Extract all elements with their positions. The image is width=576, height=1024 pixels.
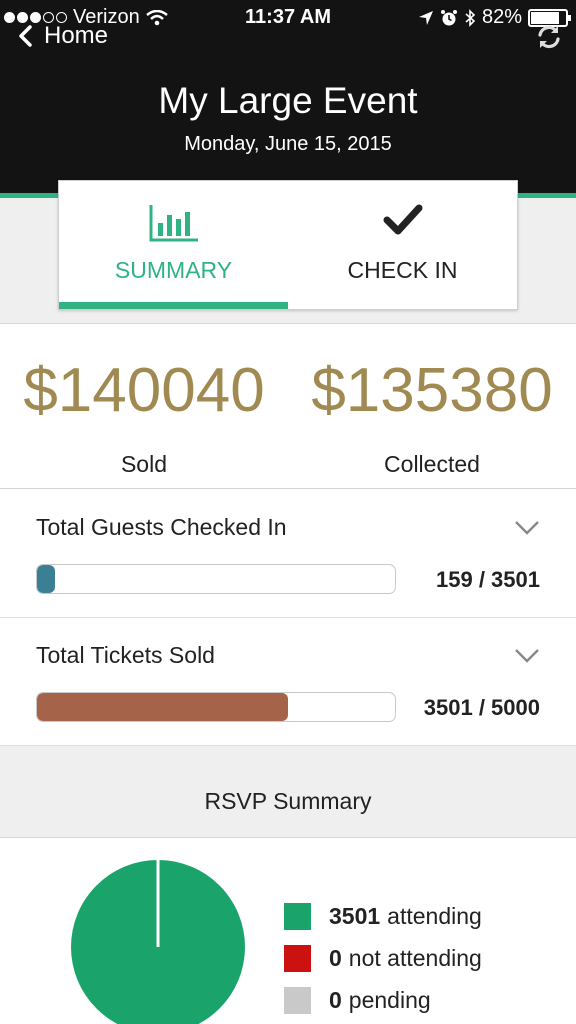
not-attending-count: 0: [329, 944, 342, 971]
not-attending-label: not attending: [348, 944, 482, 971]
attending-count: 3501: [329, 902, 381, 929]
event-header: Verizon 11:37 AM 82% Home My Large Event…: [0, 0, 576, 200]
tab-check-in-label: CHECK IN: [347, 257, 458, 283]
pending-count: 0: [329, 986, 342, 1013]
guests-checked-in-value: 159 / 3501: [436, 567, 540, 592]
battery-percent: 82%: [481, 6, 522, 28]
legend-swatch-pending: [284, 986, 311, 1014]
bluetooth-icon: [465, 8, 476, 27]
alarm-clock-icon: [440, 9, 457, 25]
sold-total: $140040 Sold: [0, 355, 288, 478]
pending-label: pending: [348, 986, 431, 1013]
rsvp-summary-title: RSVP Summary: [204, 788, 372, 814]
collected-amount: $135380: [311, 356, 553, 425]
chevron-left-icon: [19, 25, 32, 47]
active-tab-indicator: [59, 302, 288, 309]
collected-total: $135380 Collected: [288, 355, 576, 478]
chevron-down-icon[interactable]: [514, 520, 540, 536]
tab-summary[interactable]: SUMMARY: [59, 181, 288, 309]
sold-amount: $140040: [23, 356, 265, 425]
tickets-sold-value: 3501 / 5000: [423, 695, 540, 720]
refresh-icon[interactable]: [536, 24, 562, 50]
guests-progress-bar: [36, 564, 396, 594]
tab-summary-label: SUMMARY: [114, 257, 233, 283]
rsvp-summary-body: 3501 attending 0 not attending 0 pending: [0, 839, 576, 1024]
legend-not-attending: 0 not attending: [284, 937, 482, 979]
tickets-progress-bar: [36, 692, 396, 722]
guests-checked-in-title: Total Guests Checked In: [36, 514, 287, 540]
location-arrow-icon: [418, 10, 433, 25]
rsvp-pie-chart: [71, 860, 245, 1024]
tickets-progress-fill: [37, 693, 288, 721]
event-date: Monday, June 15, 2015: [184, 133, 392, 155]
back-button[interactable]: Home: [18, 22, 108, 50]
collected-label: Collected: [384, 451, 480, 477]
battery-fill: [531, 11, 559, 24]
rsvp-legend: 3501 attending 0 not attending 0 pending: [284, 895, 482, 1021]
tab-check-in[interactable]: CHECK IN: [288, 181, 517, 309]
tickets-sold-section[interactable]: Total Tickets Sold 3501 / 5000: [0, 618, 576, 746]
chevron-down-icon[interactable]: [514, 648, 540, 664]
totals-section: $140040 Sold $135380 Collected: [0, 325, 576, 489]
rsvp-summary-header: RSVP Summary: [0, 746, 576, 838]
tab-bar: SUMMARY CHECK IN: [58, 180, 518, 310]
tickets-sold-title: Total Tickets Sold: [36, 642, 215, 668]
guests-checked-in-section[interactable]: Total Guests Checked In 159 / 3501: [0, 490, 576, 618]
event-title: My Large Event: [158, 80, 418, 121]
sold-label: Sold: [120, 451, 168, 477]
legend-swatch-attending: [284, 902, 311, 930]
checkmark-icon: [383, 204, 422, 235]
back-label: Home: [44, 22, 109, 49]
legend-pending: 0 pending: [284, 979, 482, 1021]
legend-attending: 3501 attending: [284, 895, 482, 937]
attending-label: attending: [387, 902, 482, 929]
guests-progress-fill: [37, 565, 55, 593]
legend-swatch-not-attending: [284, 944, 311, 972]
bar-chart-icon: [149, 205, 198, 242]
